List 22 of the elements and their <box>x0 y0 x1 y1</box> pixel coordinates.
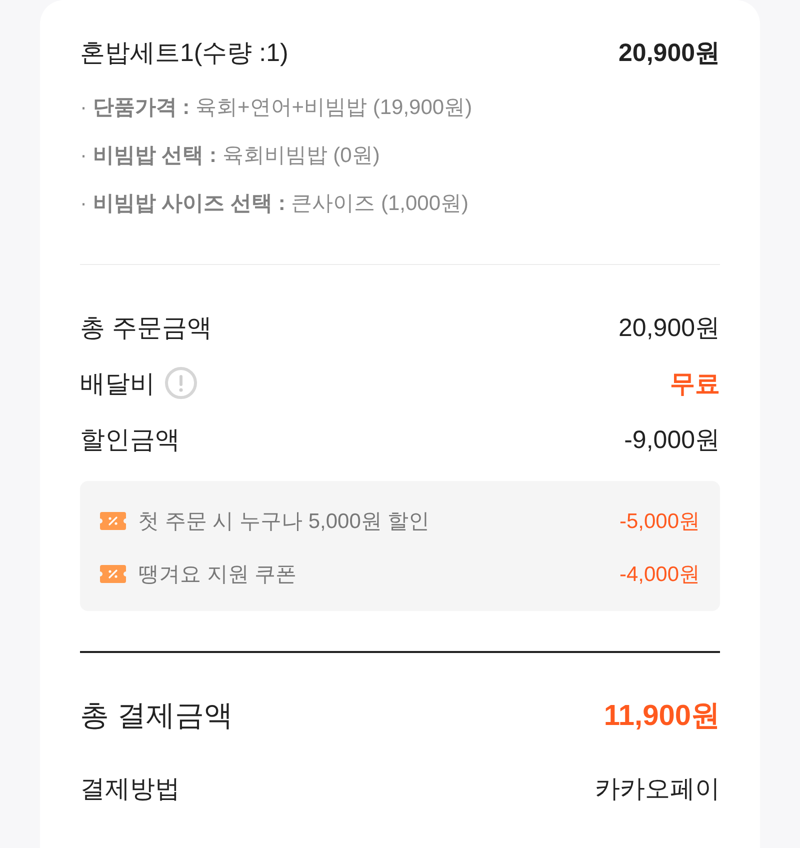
menu-item-name: 혼밥세트1(수량 :1) <box>80 38 288 68</box>
summary-label: 배달비 <box>80 368 155 400</box>
summary-label: 할인금액 <box>80 424 180 456</box>
info-icon[interactable] <box>165 367 197 399</box>
summary-value: 20,900원 <box>618 312 720 344</box>
menu-item-price: 20,900원 <box>618 38 720 68</box>
discount-label: 땡겨요 지원 쿠폰 <box>138 562 297 588</box>
total-value: 11,900원 <box>604 699 720 734</box>
coupon-icon <box>100 565 126 583</box>
coupon-icon <box>100 512 126 530</box>
option-detail: · 단품가격 : 육회+연어+비빔밥 (19,900원) <box>80 95 474 121</box>
option-detail: · 비빔밥 선택 : 육회비빔밥 (0원) <box>80 143 381 169</box>
payment-method-label: 결제방법 <box>80 774 180 804</box>
discount-label: 첫 주문 시 누구나 5,000원 할인 <box>138 509 430 535</box>
summary-label: 총 주문금액 <box>80 312 212 344</box>
payment-method-value: 카카오페이 <box>595 774 720 804</box>
summary-value: -9,000원 <box>624 424 720 456</box>
discount-amount: -5,000원 <box>619 509 700 535</box>
summary-value: 무료 <box>670 368 720 400</box>
total-label: 총 결제금액 <box>80 699 234 734</box>
discount-amount: -4,000원 <box>619 562 700 588</box>
option-detail: · 비빔밥 사이즈 선택 : 큰사이즈 (1,000원) <box>80 191 470 217</box>
